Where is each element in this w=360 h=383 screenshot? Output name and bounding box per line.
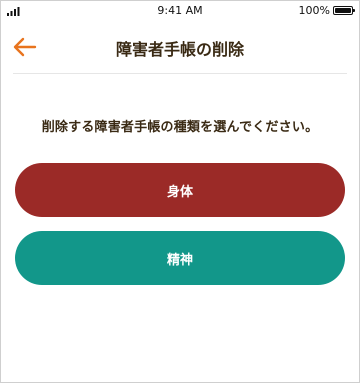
- battery-icon: [333, 6, 355, 15]
- app-screen: 9:41 AM 100% 障害者手帳の削除 削除する障害者手帳の種類を選んでくだ…: [0, 0, 360, 383]
- status-bar: 9:41 AM 100%: [1, 1, 359, 21]
- instruction-text: 削除する障害者手帳の種類を選んでください。: [41, 120, 319, 135]
- header: 障害者手帳の削除: [1, 21, 359, 73]
- physical-disability-button[interactable]: 身体: [15, 163, 345, 217]
- header-divider: [13, 73, 347, 74]
- mental-disability-button[interactable]: 精神: [15, 231, 345, 285]
- battery-percent: 100%: [298, 4, 330, 17]
- page-title: 障害者手帳の削除: [115, 40, 244, 59]
- battery-indicator: 100%: [298, 4, 355, 17]
